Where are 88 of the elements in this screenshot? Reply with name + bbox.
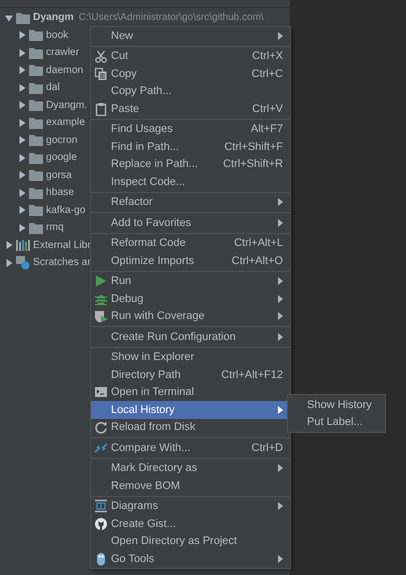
menu-item[interactable]: Copy Ctrl+C [91,65,290,82]
menu-item[interactable]: Replace in Path... Ctrl+Shift+R [91,156,290,173]
copy-icon [94,66,108,81]
diagram-icon [94,499,108,514]
menu-item[interactable]: Local History [91,401,290,418]
caret-icon[interactable] [18,206,26,214]
menu-item[interactable]: Create Run Configuration [91,328,290,346]
caret-icon[interactable] [5,241,13,250]
menu-item[interactable]: Debug [91,290,290,308]
tree-node-label[interactable]: daemon [46,64,84,76]
github-icon [94,516,108,531]
folder-icon [29,204,43,216]
caret-icon[interactable] [18,171,26,180]
menu-item[interactable]: Copy Path... [91,82,290,100]
menu-item[interactable]: Show in Explorer [91,348,290,366]
folder-icon [29,64,43,76]
arrows-icon [94,440,108,455]
menu-item[interactable]: Diagrams [91,498,290,515]
menu-item[interactable]: Run with Coverage [91,308,290,325]
folder-icon [29,186,43,199]
tree-node-label[interactable]: crawler [46,47,80,58]
tree-node-label[interactable]: google [46,152,77,164]
caret-icon[interactable] [18,118,26,127]
tree-node-label[interactable]: dal [46,82,60,94]
tree-node-label[interactable]: Scratches ar [33,257,91,268]
menu-item[interactable]: Find in Path... Ctrl+Shift+F [91,138,290,156]
folder-icon [29,152,43,164]
caret-icon[interactable] [5,14,13,22]
shield-icon [94,309,108,324]
bars-icon [16,239,30,252]
tree-node-label[interactable]: hbase [46,187,74,198]
tree-node-label[interactable]: External Libr [33,240,91,251]
caret-icon[interactable] [18,224,26,232]
menu-item[interactable]: Compare With... Ctrl+D [91,439,290,456]
folder-icon [29,46,43,59]
folder-icon [29,82,43,94]
scissors-icon [94,49,108,64]
scratch-file-icon [16,256,30,270]
tree-node-label[interactable]: kafka-go [46,204,86,216]
refresh-icon [94,420,108,434]
menu-item[interactable]: Paste Ctrl+V [91,100,290,118]
menu-item[interactable]: New [91,27,290,44]
caret-icon[interactable] [5,258,13,267]
menu-item[interactable]: Find Usages Alt+F7 [91,120,290,138]
menu-item[interactable]: Reload from Disk [91,418,290,436]
caret-icon[interactable] [18,101,26,110]
folder-icon [16,12,30,24]
menu-item[interactable]: Directory Path Ctrl+Alt+F12 [91,366,290,384]
menu-item[interactable]: Add to Favorites [91,214,290,232]
folder-icon [29,134,43,146]
menu-item[interactable]: Optimize Imports Ctrl+Alt+O [91,252,290,270]
caret-icon[interactable] [18,136,26,144]
menu-item[interactable]: Reformat Code Ctrl+Alt+L [91,234,290,252]
project-path: C:\Users\Administrator\go\src\github.com\ [78,12,264,24]
caret-icon[interactable] [18,84,26,92]
tree-node-label[interactable]: Dyangm [33,12,74,24]
tree-node-label[interactable]: rmq [46,222,64,234]
menu-item[interactable]: Remove BOM [91,477,290,494]
menu-item[interactable]: Open in Terminal [91,384,290,401]
menu-item[interactable]: Put Label... [288,414,385,431]
caret-icon[interactable] [18,188,26,197]
menu-item[interactable]: Show History [288,396,385,414]
gopher-icon [94,552,108,566]
tree-node-label[interactable]: book [46,30,68,41]
terminal-icon [94,385,108,400]
menu-item[interactable]: Run [91,272,290,290]
folder-icon [29,99,43,112]
menu-item[interactable]: Create Gist... [91,515,290,532]
menu-item[interactable]: Cut Ctrl+X [91,48,290,65]
tree-node-label[interactable]: example [46,117,85,128]
menu-item[interactable]: Mark Directory as [91,460,290,477]
caret-icon[interactable] [18,66,26,74]
folder-icon [29,222,43,234]
folder-icon [29,169,43,182]
folder-icon [29,116,43,129]
menu-item[interactable]: Inspect Code... [91,173,290,190]
folder-icon [29,29,43,42]
menu-item[interactable]: Go Tools [91,550,290,568]
play-icon [94,274,108,288]
caret-icon[interactable] [18,48,26,57]
tree-node-label[interactable]: Dyangm. [46,100,88,111]
caret-icon[interactable] [18,31,26,40]
menu-item[interactable]: Open Directory as Project [91,532,290,550]
tree-node-label[interactable]: gocron [46,134,78,146]
menu-item[interactable]: Refactor [91,194,290,211]
clipboard-icon [94,102,108,116]
caret-icon[interactable] [18,154,26,162]
tree-node-label[interactable]: gorsa [46,170,72,181]
